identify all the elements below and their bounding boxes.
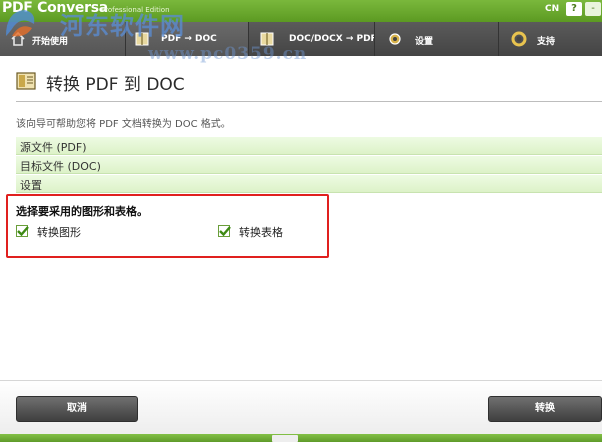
section-source-file[interactable]: 源文件 (PDF) — [16, 137, 602, 155]
watermark-logo-icon — [6, 10, 35, 37]
tab-label: 设置 — [415, 37, 434, 47]
page-title: 转换 PDF 到 DOC — [46, 75, 185, 95]
book-icon — [16, 72, 36, 90]
status-bar — [0, 434, 602, 442]
highlight-box — [6, 194, 329, 258]
section-settings[interactable]: 设置 — [16, 175, 602, 193]
minimize-button[interactable]: - — [585, 2, 601, 16]
watermark-text: 河东软件网 — [60, 11, 185, 40]
divider — [0, 380, 602, 381]
page-description: 该向导可帮助您将 PDF 文档转换为 DOC 格式。 — [16, 119, 231, 130]
cancel-button[interactable]: 取消 — [16, 396, 138, 422]
gear-icon — [389, 33, 401, 45]
divider — [16, 101, 602, 102]
section-label: 设置 — [20, 179, 42, 192]
status-indicator — [272, 435, 298, 442]
watermark-url: www.pc0359.cn — [148, 44, 308, 64]
tab-label: DOC/DOCX → PDF — [289, 34, 377, 44]
section-label: 目标文件 (DOC) — [20, 160, 101, 173]
help-button[interactable]: ? — [566, 2, 582, 16]
section-label: 源文件 (PDF) — [20, 141, 87, 154]
tab-settings[interactable]: 设置 — [374, 22, 498, 56]
tab-label: 支持 — [537, 37, 556, 47]
tab-support[interactable]: 支持 — [498, 22, 602, 56]
language-selector[interactable]: CN — [545, 4, 559, 14]
lifebuoy-icon — [511, 31, 527, 47]
convert-button[interactable]: 转换 — [488, 396, 602, 422]
section-target-file[interactable]: 目标文件 (DOC) — [16, 156, 602, 174]
